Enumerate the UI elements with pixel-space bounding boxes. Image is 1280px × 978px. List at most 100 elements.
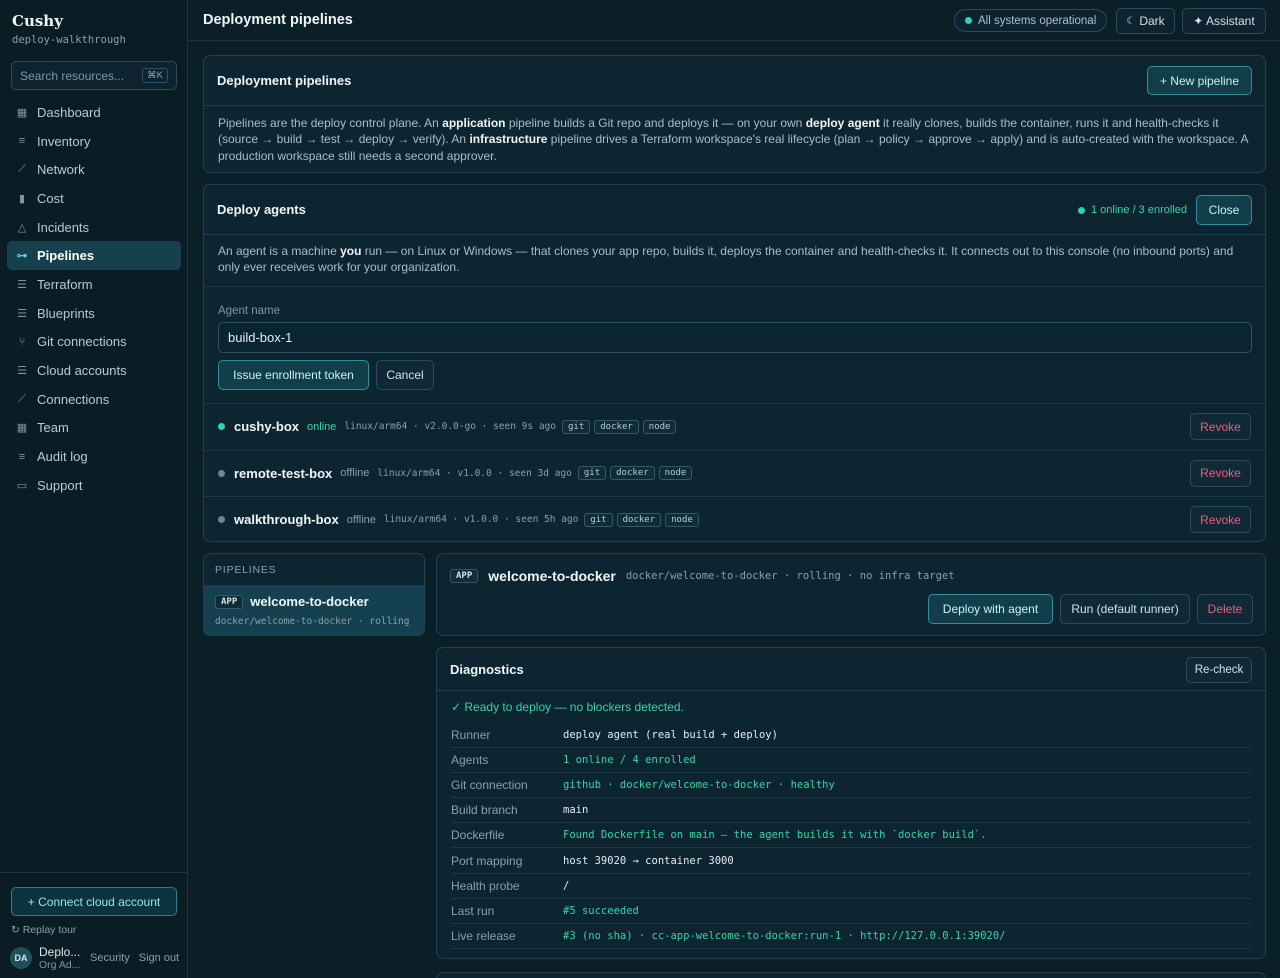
stack-icon: ☰ bbox=[17, 278, 27, 291]
pipelines-list-panel: PIPELINES APP welcome-to-docker docker/w… bbox=[203, 553, 425, 636]
stack-icon: ☰ bbox=[17, 307, 27, 320]
diagnostic-value: 1 online / 4 enrolled bbox=[563, 754, 696, 767]
revoke-agent-button[interactable]: Revoke bbox=[1190, 413, 1251, 440]
pipeline-meta: docker/welcome-to-docker · rolling · no … bbox=[625, 570, 955, 582]
agent-tag: git bbox=[562, 419, 591, 434]
agent-name: walkthrough-box bbox=[234, 512, 339, 527]
agent-meta: linux/arm64 · v1.0.0 · seen 5h ago bbox=[383, 514, 579, 525]
diagnostics-title: Diagnostics bbox=[450, 662, 524, 677]
diagnostic-key: Health probe bbox=[451, 878, 520, 893]
brand-logo[interactable]: Cushy bbox=[12, 12, 63, 30]
agent-tag: docker bbox=[610, 466, 655, 480]
sidebar-item-cost[interactable]: ▮ Cost bbox=[7, 184, 181, 213]
diagnostic-row: Last run #5 succeeded bbox=[451, 899, 1251, 924]
diagnostic-value: #3 (no sha) · cc-app-welcome-to-docker:r… bbox=[563, 929, 1006, 942]
diagnostic-value: #5 succeeded bbox=[563, 904, 639, 917]
pipeline-item-name: welcome-to-docker bbox=[250, 594, 369, 609]
network-icon: ⟋ bbox=[18, 163, 26, 176]
intro-card-header: Deployment pipelines + New pipeline bbox=[204, 56, 1265, 106]
sidebar-item-dashboard[interactable]: ▦ Dashboard bbox=[7, 98, 181, 127]
security-link[interactable]: Security bbox=[90, 952, 130, 964]
recheck-button[interactable]: Re-check bbox=[1186, 657, 1252, 683]
issue-enrollment-token-button[interactable]: Issue enrollment token bbox=[218, 360, 369, 390]
diagnostic-key: Dockerfile bbox=[451, 828, 505, 843]
agent-status: offline bbox=[340, 467, 370, 479]
sign-out-link[interactable]: Sign out bbox=[139, 952, 179, 964]
sidebar-item-inventory[interactable]: ≡ Inventory bbox=[7, 127, 181, 156]
pipeline-name: welcome-to-docker bbox=[488, 568, 616, 584]
new-pipeline-button[interactable]: + New pipeline bbox=[1147, 66, 1252, 95]
sidebar-item-label: Terraform bbox=[37, 276, 93, 292]
agent-status-dot-icon bbox=[218, 469, 225, 477]
revoke-agent-button[interactable]: Revoke bbox=[1190, 506, 1251, 533]
delete-pipeline-button[interactable]: Delete bbox=[1197, 594, 1253, 624]
avatar[interactable]: DA bbox=[10, 947, 32, 969]
replay-icon: ↻ bbox=[11, 924, 23, 936]
diagnostic-value: host 39020 → container 3000 bbox=[563, 854, 734, 867]
link-icon: ⟋ bbox=[18, 392, 26, 405]
system-status-text: All systems operational bbox=[978, 14, 1097, 27]
run-default-runner-button[interactable]: Run (default runner) bbox=[1060, 594, 1190, 624]
sidebar: Cushy deploy-walkthrough Search resource… bbox=[0, 0, 188, 978]
top-bar: Deployment pipelines All systems operati… bbox=[188, 0, 1280, 41]
user-menu: DA Deplo... Org Ad... Security Sign out bbox=[10, 945, 180, 971]
agents-summary: 1 online / 3 enrolled bbox=[1077, 204, 1187, 216]
sidebar-item-connections[interactable]: ⟋ Connections bbox=[7, 385, 181, 414]
sidebar-item-team[interactable]: ▦ Team bbox=[7, 414, 181, 443]
search-shortcut: ⌘K bbox=[142, 68, 168, 83]
agent-name-input[interactable]: build-box-1 bbox=[218, 322, 1252, 353]
replay-tour-link[interactable]: ↻ Replay tour bbox=[11, 924, 76, 936]
diagnostic-key: Git connection bbox=[451, 778, 528, 793]
connect-cloud-account-button[interactable]: + Connect cloud account bbox=[11, 887, 177, 916]
diagnostic-row: Runner deploy agent (real build + deploy) bbox=[451, 723, 1251, 749]
pipeline-detail-card: APP welcome-to-docker docker/welcome-to-… bbox=[436, 553, 1266, 636]
sidebar-item-label: Git connections bbox=[37, 334, 127, 350]
grid-icon: ▦ bbox=[16, 422, 28, 435]
sidebar-item-label: Incidents bbox=[37, 219, 90, 235]
sidebar-item-label: Audit log bbox=[37, 449, 88, 465]
sidebar-item-cloud-accounts[interactable]: ☰ Cloud accounts bbox=[7, 356, 181, 385]
sidebar-item-label: Support bbox=[37, 477, 83, 493]
pipeline-list-item[interactable]: APP welcome-to-docker docker/welcome-to-… bbox=[204, 585, 424, 635]
sidebar-item-audit-log[interactable]: ≡ Audit log bbox=[7, 442, 181, 471]
list-icon: ≡ bbox=[18, 450, 26, 463]
sidebar-nav: ▦ Dashboard ≡ Inventory ⟋ Network ▮ Cost △ Incide… bbox=[7, 98, 181, 500]
sidebar-item-label: Connections bbox=[37, 391, 110, 407]
intro-description: Pipelines are the deploy control plane. … bbox=[218, 116, 1248, 163]
sidebar-item-pipelines[interactable]: ⊶ Pipelines bbox=[7, 241, 181, 271]
theme-label: Dark bbox=[1139, 14, 1165, 28]
agent-name: remote-test-box bbox=[234, 465, 333, 481]
sidebar-item-support[interactable]: ▭ Support bbox=[7, 471, 181, 500]
sidebar-item-incidents[interactable]: △ Incidents bbox=[7, 213, 181, 242]
system-status-badge[interactable]: All systems operational bbox=[954, 9, 1108, 32]
warning-icon: △ bbox=[17, 221, 27, 234]
sidebar-item-blueprints[interactable]: ☰ Blueprints bbox=[7, 299, 181, 328]
deploy-agents-card: Deploy agents 1 online / 3 enrolled Clos… bbox=[203, 184, 1266, 542]
deploy-with-agent-button[interactable]: Deploy with agent bbox=[928, 594, 1053, 624]
sidebar-item-network[interactable]: ⟋ Network bbox=[7, 155, 181, 184]
cancel-button[interactable]: Cancel bbox=[376, 360, 434, 390]
diagnostic-key: Live release bbox=[451, 928, 516, 943]
stack-icon: ☰ bbox=[17, 365, 27, 378]
agent-meta: linux/arm64 · v1.0.0 · seen 3d ago bbox=[377, 467, 572, 479]
agent-tag: node bbox=[658, 466, 693, 480]
diagnostic-row: Dockerfile Found Dockerfile on main — the… bbox=[451, 823, 1251, 849]
agent-tag: git bbox=[577, 466, 607, 480]
diagnostic-key: Last run bbox=[451, 903, 495, 918]
sidebar-item-git-connections[interactable]: ⑂ Git connections bbox=[7, 328, 181, 357]
revoke-agent-button[interactable]: Revoke bbox=[1190, 459, 1251, 487]
diagnostic-row: Live release #3 (no sha) · cc-app-welcome… bbox=[451, 924, 1251, 949]
theme-toggle-button[interactable]: ☾ Dark bbox=[1116, 8, 1175, 34]
intro-title: Deployment pipelines bbox=[217, 73, 352, 88]
sidebar-item-label: Team bbox=[37, 420, 69, 436]
assistant-button[interactable]: ✦ Assistant bbox=[1182, 8, 1266, 34]
search-input[interactable]: Search resources... ⌘K bbox=[11, 61, 177, 90]
bar-chart-icon: ▮ bbox=[18, 192, 26, 205]
close-agents-button[interactable]: Close bbox=[1196, 195, 1252, 225]
sidebar-item-label: Blueprints bbox=[37, 305, 95, 321]
user-role: Org Ad... bbox=[39, 959, 81, 971]
agent-tag: node bbox=[642, 419, 677, 434]
diagnostic-key: Agents bbox=[451, 753, 489, 768]
sidebar-item-terraform[interactable]: ☰ Terraform bbox=[7, 270, 181, 299]
search-placeholder: Search resources... bbox=[20, 68, 125, 83]
